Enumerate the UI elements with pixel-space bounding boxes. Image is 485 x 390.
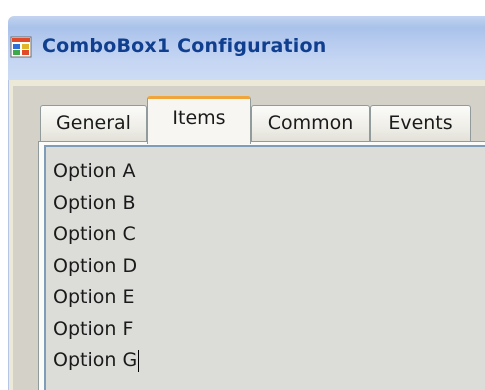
configuration-dialog: ComboBox1 Configuration General Items Co…	[0, 0, 485, 390]
tab-common[interactable]: Common	[251, 105, 370, 141]
tab-items[interactable]: Items	[147, 96, 251, 144]
list-item-text: Option G	[53, 349, 138, 371]
app-window-icon	[10, 36, 32, 58]
list-item: Option E	[53, 286, 135, 308]
items-list: Option A Option B Option C Option D Opti…	[53, 156, 140, 377]
window-title: ComboBox1 Configuration	[42, 35, 327, 57]
tab-events[interactable]: Events	[370, 105, 471, 141]
list-item: Option A	[53, 160, 136, 182]
list-item: Option C	[53, 223, 136, 245]
list-item-last: Option G	[53, 345, 140, 377]
text-caret	[138, 349, 140, 372]
tab-general[interactable]: General	[40, 105, 147, 141]
list-item: Option F	[53, 317, 134, 340]
list-item: Option D	[53, 254, 138, 277]
list-item: Option B	[53, 191, 136, 214]
